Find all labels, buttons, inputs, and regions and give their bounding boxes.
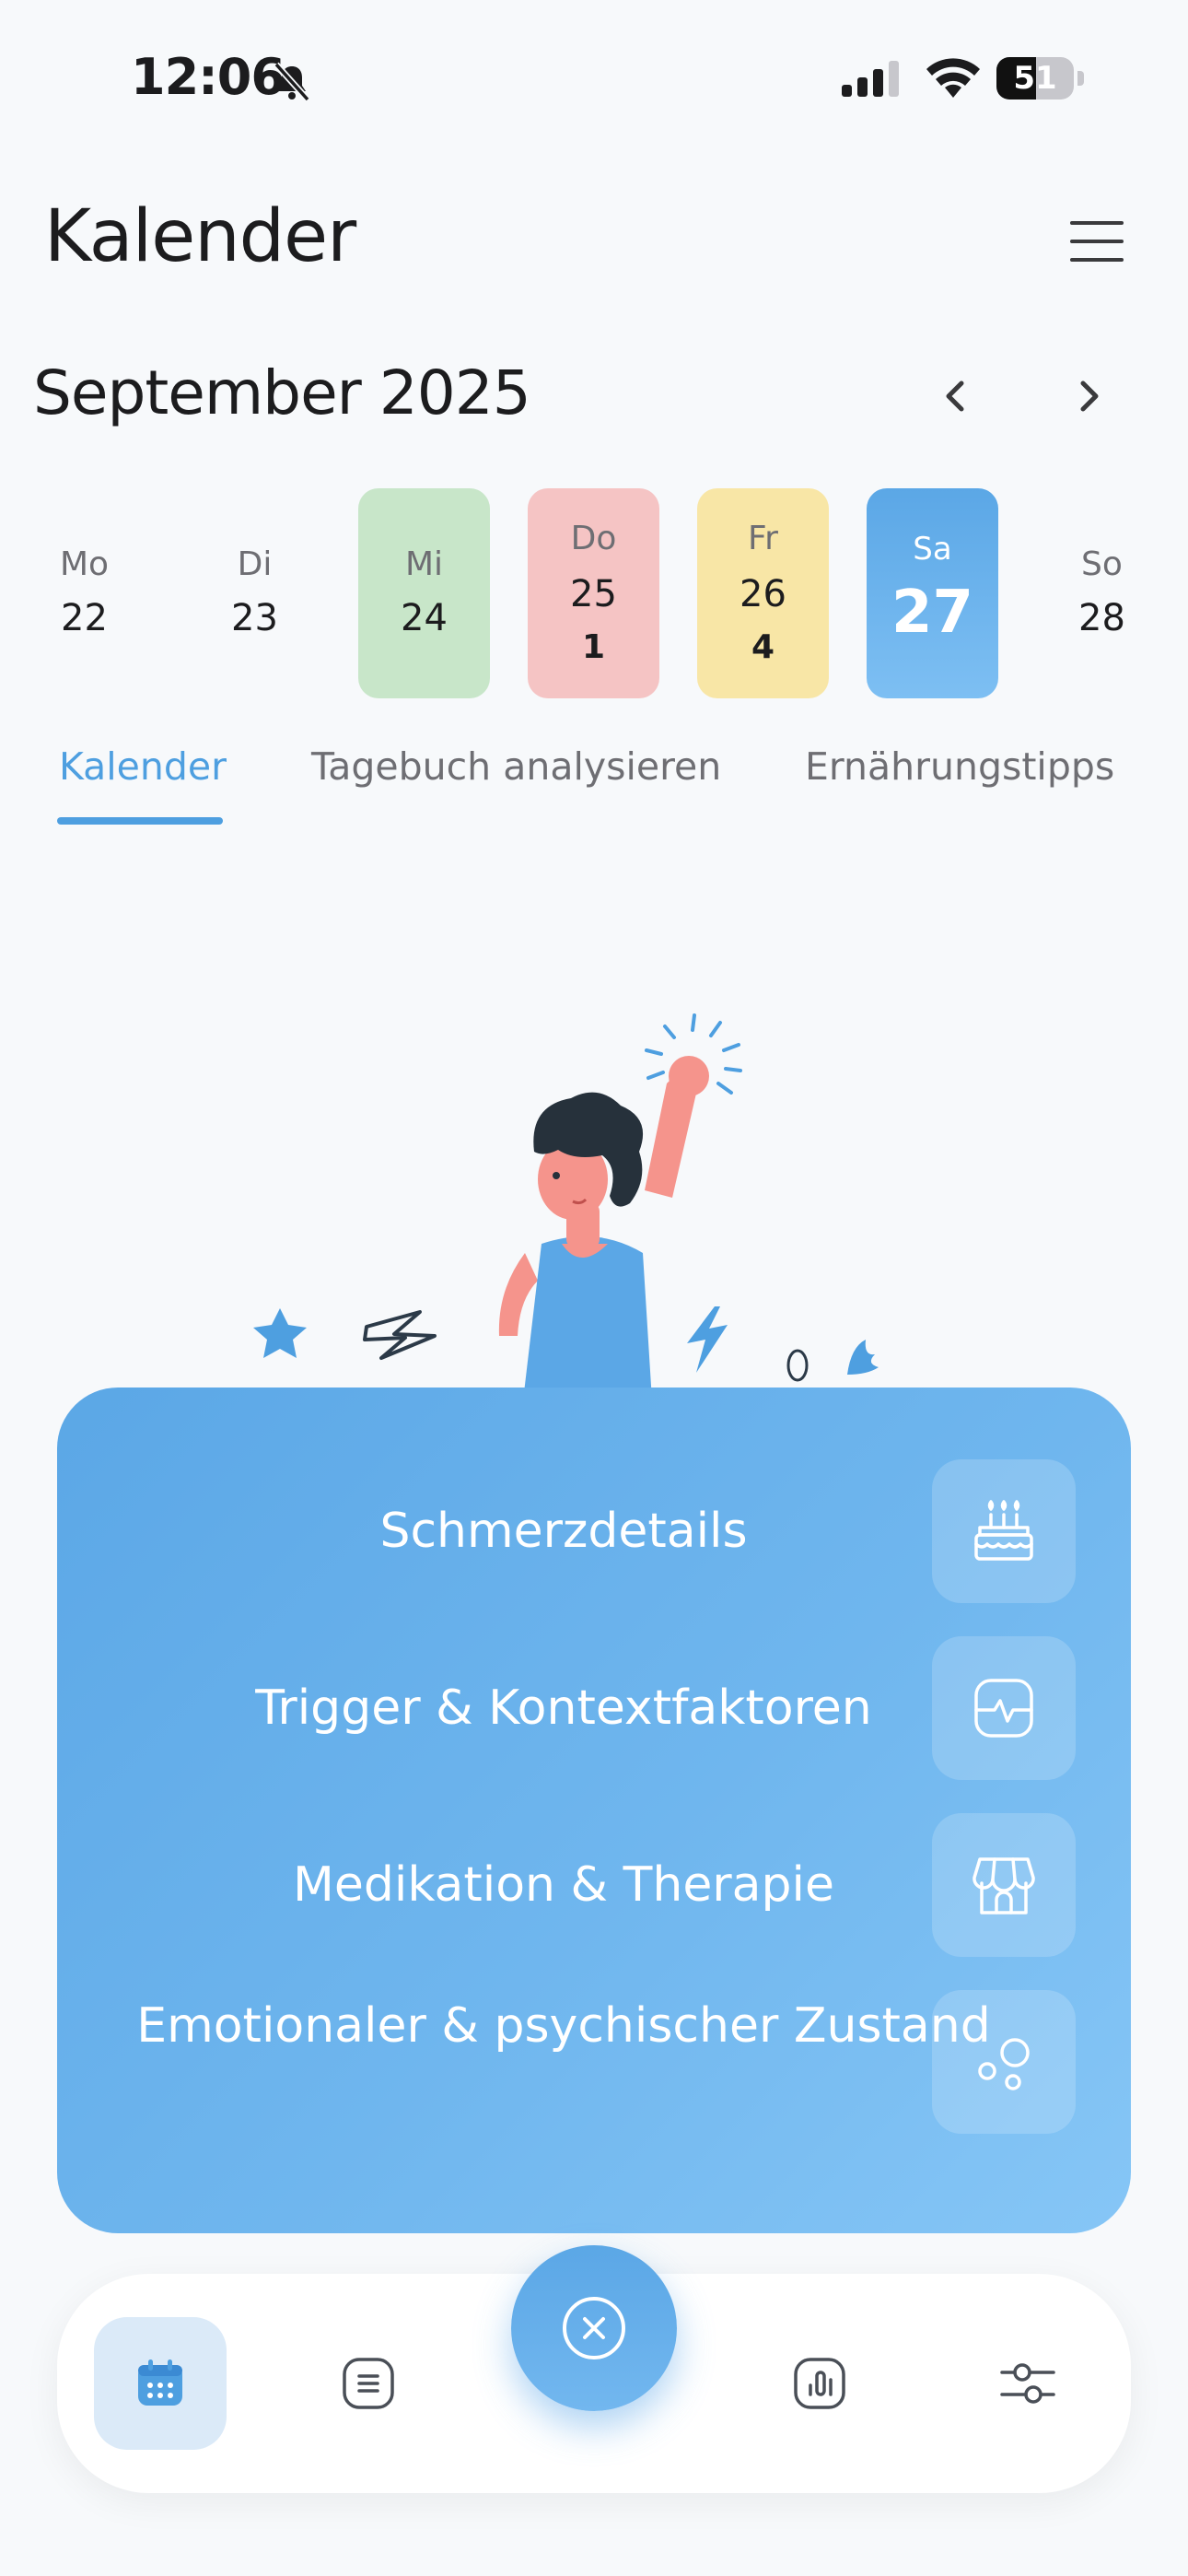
battery-level: 51: [1013, 60, 1057, 97]
chart-icon: [794, 2358, 845, 2409]
day-number: 28: [1078, 597, 1125, 639]
menu-icon-button-medikation[interactable]: [932, 1813, 1076, 1957]
bubbles-icon: [978, 2038, 1030, 2090]
bell-muted-icon: [274, 62, 310, 102]
day-entry-count: 4: [751, 628, 775, 666]
day-number: 25: [570, 573, 617, 615]
day-di[interactable]: Di 23: [189, 488, 320, 698]
day-mi[interactable]: Mi 24: [358, 488, 490, 698]
nav-settings-button[interactable]: [961, 2317, 1094, 2450]
celebrating-woman-illustration: [253, 1013, 879, 1400]
day-number: 23: [231, 597, 278, 639]
month-label: September 2025: [33, 357, 531, 428]
menu-item-trigger-kontextfaktoren[interactable]: Trigger & Kontextfaktoren: [131, 1672, 996, 1744]
menu-icon-button-trigger[interactable]: [932, 1636, 1076, 1780]
day-name: Di: [237, 545, 273, 583]
day-number: 26: [740, 573, 786, 615]
calendar-icon: [138, 2359, 182, 2406]
day-name: Do: [570, 520, 617, 557]
day-name: So: [1081, 545, 1123, 583]
day-so[interactable]: So 28: [1036, 488, 1168, 698]
store-icon: [973, 1857, 1035, 1914]
signal-icon: [842, 61, 899, 97]
day-number: 24: [401, 597, 448, 639]
menu-item-schmerzdetails[interactable]: Schmerzdetails: [131, 1495, 996, 1567]
day-number: 22: [61, 597, 108, 639]
menu-item-medikation-therapie[interactable]: Medikation & Therapie: [131, 1849, 996, 1921]
close-circle-icon: [563, 2297, 625, 2359]
page-title: Kalender: [44, 195, 356, 278]
menu-icon-button-emotionaler[interactable]: [932, 1990, 1076, 2134]
battery-icon: 51: [996, 57, 1085, 100]
hamburger-menu-icon[interactable]: [1070, 221, 1127, 262]
chevron-right-icon[interactable]: [1061, 369, 1116, 424]
close-menu-fab[interactable]: [511, 2245, 677, 2411]
tab-active-indicator: [57, 817, 223, 825]
day-sa[interactable]: Sa 27: [867, 488, 998, 698]
tab-ernaehrungstipps[interactable]: Ernährungstipps: [805, 744, 1114, 789]
day-fr[interactable]: Fr 26 4: [697, 488, 829, 698]
sliders-icon: [1000, 2363, 1055, 2404]
day-name: Mo: [59, 545, 110, 583]
nav-notes-button[interactable]: [302, 2317, 435, 2450]
day-mo[interactable]: Mo 22: [18, 488, 150, 698]
day-do[interactable]: Do 25 1: [528, 488, 659, 698]
wifi-icon: [926, 58, 980, 98]
menu-icon-button-schmerzdetails[interactable]: [932, 1459, 1076, 1603]
cake-icon: [974, 1500, 1033, 1561]
day-name: Fr: [748, 520, 778, 557]
tab-kalender[interactable]: Kalender: [59, 744, 227, 789]
nav-calendar-button[interactable]: [94, 2317, 227, 2450]
tab-tagebuch-analysieren[interactable]: Tagebuch analysieren: [311, 744, 721, 789]
day-number: 27: [891, 579, 974, 647]
menu-item-emotionaler-zustand[interactable]: Emotionaler & psychischer Zustand: [131, 1990, 996, 2062]
status-time: 12:06: [131, 48, 285, 106]
chevron-left-icon[interactable]: [928, 369, 984, 424]
nav-statistics-button[interactable]: [753, 2317, 886, 2450]
day-name: Sa: [913, 531, 952, 568]
notes-icon: [343, 2358, 394, 2409]
pulse-monitor-icon: [974, 1679, 1033, 1738]
entry-menu-card: Schmerzdetails Trigger & Kontextfaktoren…: [57, 1388, 1131, 2233]
day-name: Mi: [404, 545, 444, 583]
day-entry-count: 1: [581, 628, 606, 666]
